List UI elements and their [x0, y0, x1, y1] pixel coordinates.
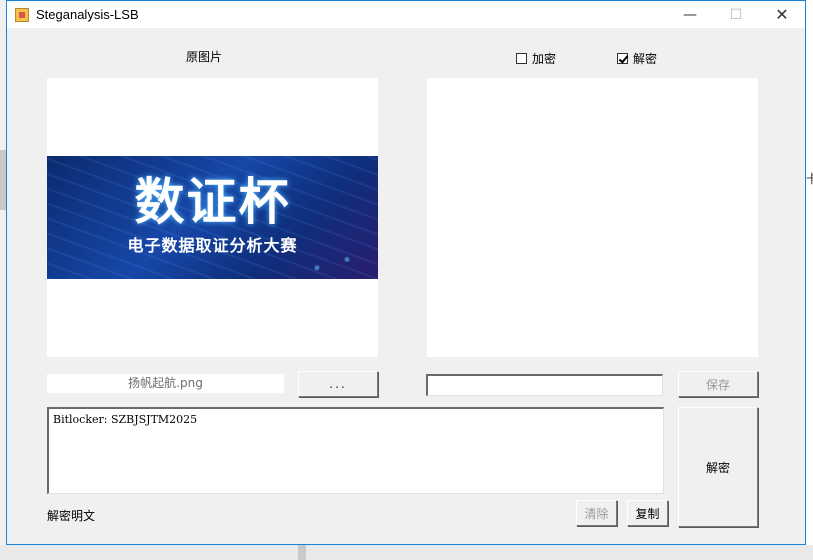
encrypt-checkbox[interactable]	[516, 53, 527, 64]
decrypted-text-area[interactable]: Bitlocker: SZBJSJTM2025	[47, 407, 664, 494]
decrypt-option[interactable]: 解密	[617, 50, 657, 67]
browse-button[interactable]: ...	[298, 371, 378, 397]
desktop-backdrop-right	[806, 0, 813, 560]
app-window: Steganalysis-LSB — ☐ ✕ 原图片 加密 解密 数证杯 电子数…	[6, 0, 806, 545]
banner-decoration	[277, 251, 377, 279]
background-window-text: 卡	[806, 172, 813, 186]
save-button[interactable]: 保存	[678, 371, 758, 397]
desktop-backdrop-divider	[298, 545, 306, 560]
app-icon	[15, 7, 29, 22]
window-title: Steganalysis-LSB	[36, 7, 139, 22]
clear-button[interactable]: 清除	[576, 500, 617, 526]
title-bar[interactable]: Steganalysis-LSB — ☐ ✕	[7, 1, 805, 28]
close-button[interactable]: ✕	[759, 1, 805, 28]
desktop-backdrop-bottom	[0, 545, 813, 560]
banner-title: 数证杯	[134, 173, 291, 231]
decrypt-button[interactable]: 解密	[678, 407, 758, 527]
copy-button[interactable]: 复制	[627, 500, 668, 526]
source-image-label: 原图片	[186, 50, 223, 64]
encrypt-option[interactable]: 加密	[516, 50, 556, 67]
maximize-button[interactable]: ☐	[713, 1, 759, 28]
minimize-button[interactable]: —	[667, 1, 713, 28]
filename-field[interactable]: 扬帆起航.png	[47, 374, 284, 393]
decrypt-label: 解密	[633, 52, 658, 66]
decrypted-text-label: 解密明文	[47, 509, 96, 523]
source-image: 数证杯 电子数据取证分析大赛	[47, 156, 378, 279]
decrypt-checkbox[interactable]	[617, 53, 628, 64]
output-image-panel	[427, 78, 758, 357]
encrypt-label: 加密	[532, 52, 557, 66]
save-path-input[interactable]	[426, 374, 663, 396]
source-image-panel: 数证杯 电子数据取证分析大赛	[47, 78, 378, 357]
